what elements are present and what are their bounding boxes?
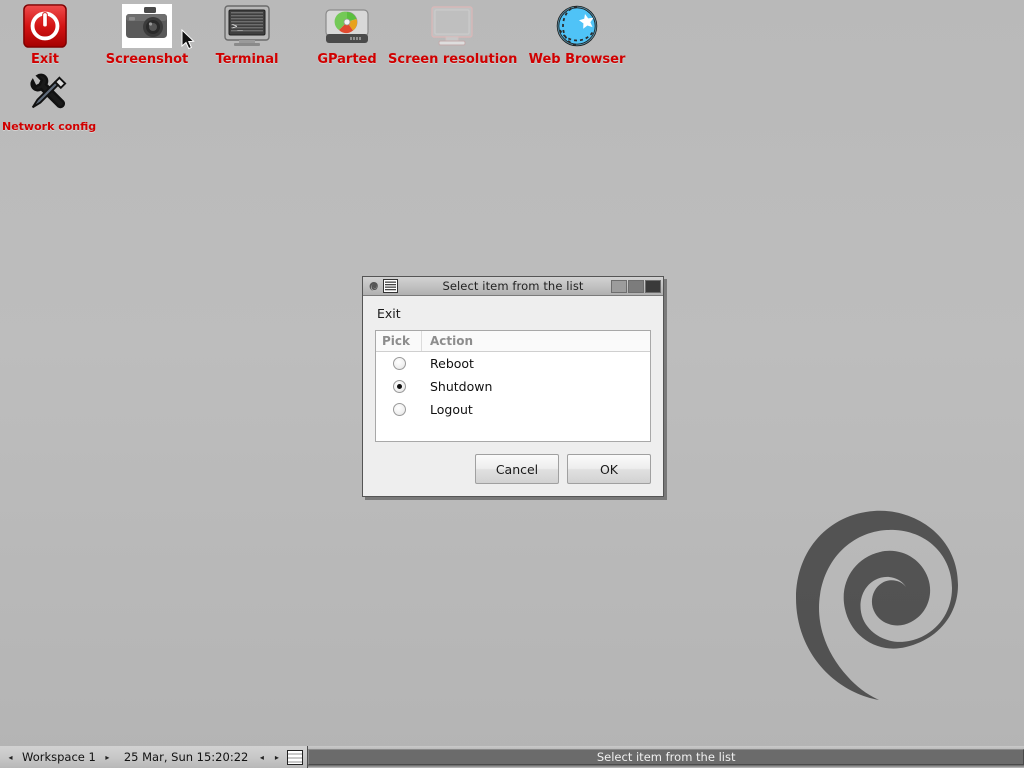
pager-icon[interactable] bbox=[287, 749, 304, 765]
column-header-pick: Pick bbox=[376, 331, 422, 351]
next-window-button[interactable]: ▸ bbox=[270, 746, 283, 768]
clock-label: 25 Mar, Sun 15:20:22 bbox=[123, 750, 249, 764]
prev-workspace-button[interactable]: ◂ bbox=[4, 746, 17, 768]
dialog-titlebar[interactable]: Select item from the list bbox=[363, 277, 663, 296]
maximize-button[interactable] bbox=[628, 279, 644, 293]
dialog-button-bar: Cancel OK bbox=[375, 454, 651, 484]
taskbar: ◂ Workspace 1 ▸ 25 Mar, Sun 15:20:22 ◂ ▸… bbox=[0, 746, 1024, 768]
list-item-label: Logout bbox=[430, 402, 473, 417]
taskbar-window-button[interactable]: Select item from the list bbox=[308, 749, 1024, 765]
desktop-icon-label: GParted bbox=[317, 52, 377, 67]
ok-button[interactable]: OK bbox=[567, 454, 651, 484]
list-item-label: Shutdown bbox=[430, 379, 493, 394]
svg-text:>_: >_ bbox=[232, 22, 243, 32]
desktop-icon-label: Screen resolution bbox=[388, 52, 518, 67]
action-list[interactable]: Pick Action Reboot Shutdown Logout bbox=[375, 330, 651, 442]
desktop-icon-terminal[interactable]: >_ Terminal bbox=[206, 2, 288, 67]
monitor-icon bbox=[388, 2, 516, 50]
desktop-icon-network-config[interactable]: Network config bbox=[2, 70, 97, 133]
radio-reboot[interactable] bbox=[392, 357, 406, 370]
desktop-icon-label: Exit bbox=[31, 52, 59, 67]
prev-window-button[interactable]: ◂ bbox=[255, 746, 268, 768]
desktop-icon-screen-resolution[interactable]: Screen resolution bbox=[388, 2, 518, 67]
camera-icon bbox=[104, 2, 190, 50]
desktop-icon-label: Web Browser bbox=[528, 52, 626, 67]
window-controls bbox=[611, 279, 661, 293]
next-workspace-button[interactable]: ▸ bbox=[101, 746, 114, 768]
desktop-icon-gparted[interactable]: GParted bbox=[306, 2, 388, 67]
desktop-icon-exit[interactable]: Exit bbox=[6, 2, 84, 67]
list-item-logout[interactable]: Logout bbox=[376, 398, 650, 421]
list-item-shutdown[interactable]: Shutdown bbox=[376, 375, 650, 398]
hard-disk-icon bbox=[306, 2, 388, 50]
dialog-prompt-label: Exit bbox=[377, 306, 401, 321]
desktop-icon-web-browser[interactable]: Web Browser bbox=[516, 2, 638, 67]
radio-cell[interactable] bbox=[376, 380, 422, 393]
debian-swirl-wallpaper-icon bbox=[782, 502, 972, 712]
cancel-button[interactable]: Cancel bbox=[475, 454, 559, 484]
desktop-icon-label: Network config bbox=[2, 120, 97, 133]
taskbar-left-section: ◂ Workspace 1 ▸ 25 Mar, Sun 15:20:22 ◂ ▸ bbox=[0, 746, 309, 768]
desktop-icon-screenshot[interactable]: Screenshot bbox=[104, 2, 190, 67]
radio-logout[interactable] bbox=[392, 403, 406, 416]
list-item-reboot[interactable]: Reboot bbox=[376, 352, 650, 375]
desktop-icon-label: Screenshot bbox=[105, 52, 189, 67]
minimize-button[interactable] bbox=[611, 279, 627, 293]
terminal-monitor-icon: >_ bbox=[206, 2, 288, 50]
radio-shutdown[interactable] bbox=[392, 380, 406, 393]
select-item-dialog: Select item from the list Exit Pick Acti… bbox=[362, 276, 664, 497]
debian-swirl-icon[interactable] bbox=[365, 279, 382, 294]
window-menu-icon[interactable] bbox=[383, 279, 398, 293]
radio-cell[interactable] bbox=[376, 403, 422, 416]
dialog-body: Exit Pick Action Reboot Shutdown Logout Ca… bbox=[363, 296, 663, 496]
column-header-action: Action bbox=[430, 334, 474, 348]
desktop-icon-label: Terminal bbox=[215, 52, 279, 67]
list-header-row: Pick Action bbox=[376, 331, 650, 352]
radio-cell[interactable] bbox=[376, 357, 422, 370]
workspace-label[interactable]: Workspace 1 bbox=[19, 750, 99, 764]
list-item-label: Reboot bbox=[430, 356, 474, 371]
power-button-icon bbox=[6, 2, 84, 50]
globe-icon bbox=[516, 2, 638, 50]
list-rows: Reboot Shutdown Logout bbox=[376, 352, 650, 421]
close-button[interactable] bbox=[645, 279, 661, 293]
desktop-icon-area: Exit Screenshot >_ Terminal GParted Scre… bbox=[0, 0, 700, 140]
wrench-screwdriver-icon bbox=[2, 70, 92, 118]
